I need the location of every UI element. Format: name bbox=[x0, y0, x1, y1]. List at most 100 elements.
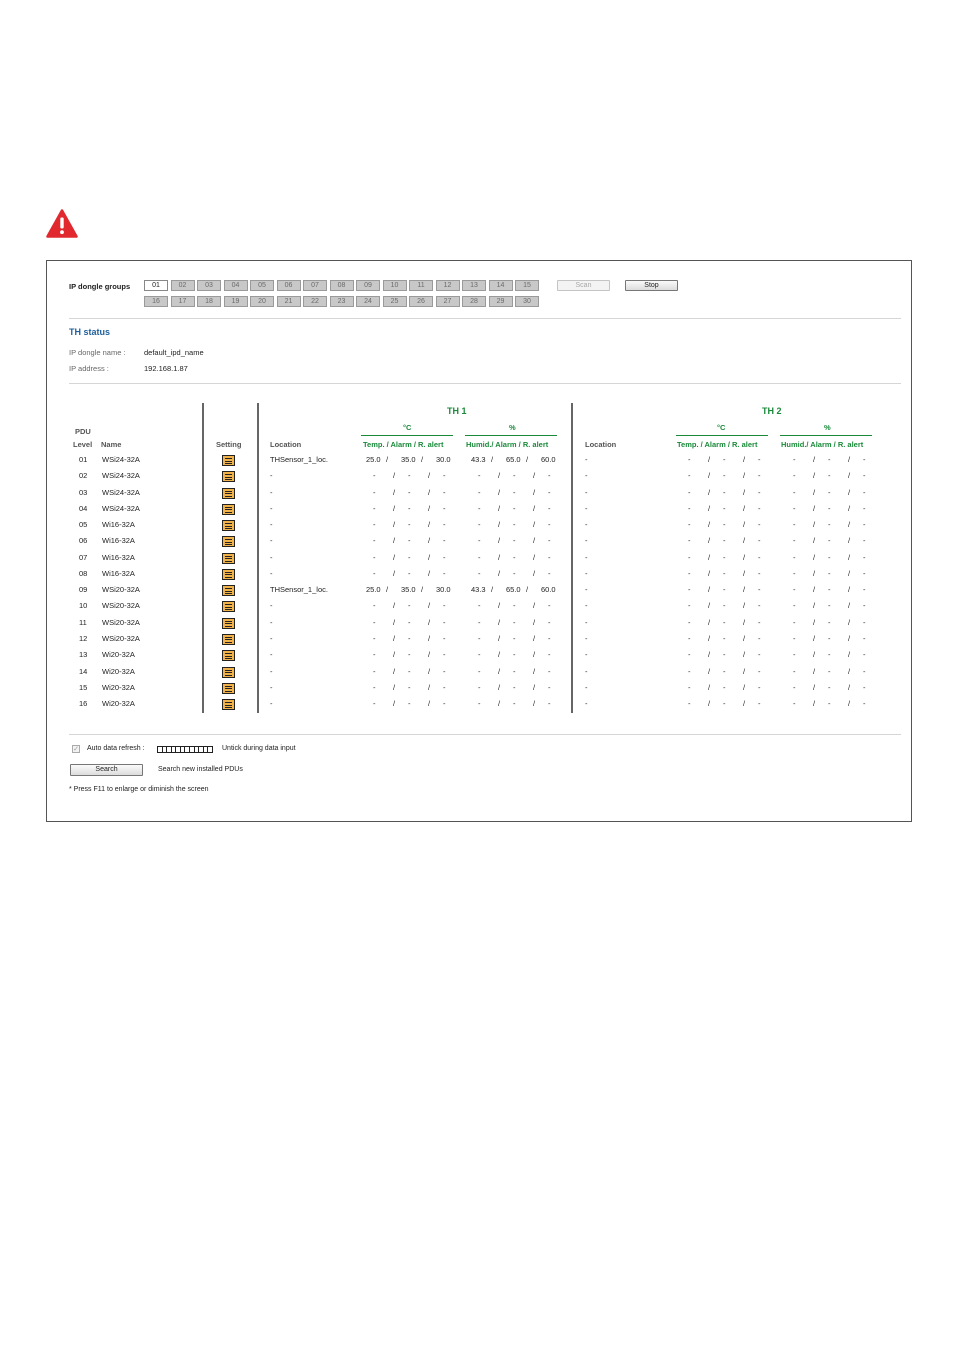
level-header: Level bbox=[73, 440, 93, 449]
th1-temp-value: - bbox=[408, 699, 411, 709]
th2-humid-value: - bbox=[863, 601, 866, 611]
th2-temp-value: / bbox=[708, 455, 711, 464]
th1-temp-value: - bbox=[373, 520, 376, 530]
group-button-07[interactable]: 07 bbox=[303, 280, 327, 291]
search-button[interactable]: Search bbox=[70, 764, 143, 776]
th1-temp-value: / bbox=[393, 536, 396, 546]
setting-icon[interactable] bbox=[222, 455, 235, 466]
th2-celsius-header: °C bbox=[717, 423, 726, 432]
setting-icon[interactable] bbox=[222, 617, 235, 629]
group-button-12[interactable]: 12 bbox=[435, 280, 460, 291]
setting-icon[interactable] bbox=[222, 487, 235, 499]
setting-icon[interactable] bbox=[222, 601, 235, 613]
th2-temp-value: / bbox=[708, 520, 711, 530]
group-button-24[interactable]: 24 bbox=[356, 296, 380, 307]
th2-humid-value: - bbox=[828, 617, 831, 627]
th2-humid-value: / bbox=[848, 520, 851, 530]
th2-temp-value: - bbox=[758, 682, 761, 692]
setting-icon[interactable] bbox=[222, 682, 235, 694]
th2-humid-value: - bbox=[793, 650, 796, 660]
th1-temp-value: / bbox=[428, 471, 431, 481]
th2-temp-value: - bbox=[723, 455, 726, 464]
th2-humid-value: - bbox=[863, 536, 866, 546]
group-button-05[interactable]: 05 bbox=[250, 280, 274, 291]
group-button-20[interactable]: 20 bbox=[250, 296, 274, 307]
auto-refresh-checkbox[interactable]: ✓ bbox=[72, 745, 80, 753]
th1-humid-value: - bbox=[548, 536, 551, 546]
setting-icon[interactable] bbox=[222, 650, 235, 662]
group-button-17[interactable]: 17 bbox=[170, 296, 195, 307]
group-button-04[interactable]: 04 bbox=[223, 280, 248, 291]
th2-temp-value: - bbox=[758, 617, 761, 627]
setting-icon[interactable] bbox=[222, 536, 235, 548]
th2-temp-value: - bbox=[758, 503, 761, 513]
pdu-header: PDU bbox=[75, 427, 91, 436]
group-button-03[interactable]: 03 bbox=[197, 280, 221, 291]
column-separator bbox=[571, 403, 573, 713]
th2-temp-value: - bbox=[688, 520, 691, 530]
group-button-19[interactable]: 19 bbox=[223, 296, 248, 307]
th2-temp-value: - bbox=[688, 666, 691, 676]
group-button-10[interactable]: 10 bbox=[382, 280, 407, 291]
setting-icon[interactable] bbox=[222, 666, 235, 678]
th1-humid-value: / bbox=[533, 617, 536, 627]
th2-temp-value: / bbox=[708, 471, 711, 481]
group-button-21[interactable]: 21 bbox=[276, 296, 301, 307]
setting-icon[interactable] bbox=[222, 699, 235, 711]
group-button-18[interactable]: 18 bbox=[197, 296, 221, 307]
group-button-02[interactable]: 02 bbox=[170, 280, 195, 291]
th1-humid-value: / bbox=[533, 699, 536, 709]
setting-icon[interactable] bbox=[222, 471, 235, 483]
setting-icon[interactable] bbox=[222, 520, 235, 532]
group-button-16[interactable]: 16 bbox=[144, 296, 168, 307]
th2-temp-value: - bbox=[758, 455, 761, 464]
th2-humid-value: - bbox=[828, 568, 831, 578]
th1-location: - bbox=[270, 699, 273, 709]
th2-temp-value: / bbox=[743, 487, 746, 497]
th2-humid-value: - bbox=[828, 585, 831, 595]
pdu-name: Wi20-32A bbox=[102, 682, 135, 692]
setting-header: Setting bbox=[216, 440, 242, 449]
group-button-30[interactable]: 30 bbox=[515, 296, 539, 307]
th2-humid-value: / bbox=[848, 666, 851, 676]
group-button-13[interactable]: 13 bbox=[462, 280, 486, 291]
group-button-09[interactable]: 09 bbox=[356, 280, 380, 291]
group-button-27[interactable]: 27 bbox=[435, 296, 460, 307]
th2-humid-value: - bbox=[828, 487, 831, 497]
th1-location: - bbox=[270, 568, 273, 578]
setting-icon[interactable] bbox=[222, 633, 235, 645]
setting-icon[interactable] bbox=[222, 552, 235, 564]
group-button-25[interactable]: 25 bbox=[382, 296, 407, 307]
group-button-29[interactable]: 29 bbox=[488, 296, 513, 307]
group-button-06[interactable]: 06 bbox=[276, 280, 301, 291]
group-button-26[interactable]: 26 bbox=[409, 296, 433, 307]
th1-temp-value: 30.0 bbox=[436, 455, 451, 464]
th2-temp-value: - bbox=[723, 699, 726, 709]
th1-temp-value: - bbox=[373, 633, 376, 643]
th1-location: - bbox=[270, 601, 273, 611]
group-button-01[interactable]: 01 bbox=[144, 280, 168, 291]
group-button-14[interactable]: 14 bbox=[488, 280, 513, 291]
th1-humid-value: - bbox=[478, 568, 481, 578]
group-button-28[interactable]: 28 bbox=[462, 296, 486, 307]
th2-temp-value: - bbox=[688, 617, 691, 627]
group-button-15[interactable]: 15 bbox=[515, 280, 539, 291]
th2-humid-value: - bbox=[793, 487, 796, 497]
th2-humid-value: - bbox=[793, 471, 796, 481]
th2-humid-value: / bbox=[813, 601, 816, 611]
setting-icon[interactable] bbox=[222, 585, 235, 597]
th2-location: - bbox=[585, 455, 588, 464]
group-button-08[interactable]: 08 bbox=[329, 280, 354, 291]
stop-button[interactable]: Stop bbox=[625, 280, 678, 291]
setting-icon[interactable] bbox=[222, 568, 235, 580]
group-button-22[interactable]: 22 bbox=[303, 296, 327, 307]
group-button-11[interactable]: 11 bbox=[409, 280, 433, 291]
th1-temp-value: - bbox=[373, 503, 376, 513]
setting-icon[interactable] bbox=[222, 503, 235, 515]
th2-humid-value: - bbox=[793, 601, 796, 611]
th1-humid-value: / bbox=[533, 487, 536, 497]
group-button-23[interactable]: 23 bbox=[329, 296, 354, 307]
th2-percent-underline bbox=[780, 435, 872, 436]
th2-location: - bbox=[585, 568, 588, 578]
scan-button[interactable]: Scan bbox=[557, 280, 610, 291]
